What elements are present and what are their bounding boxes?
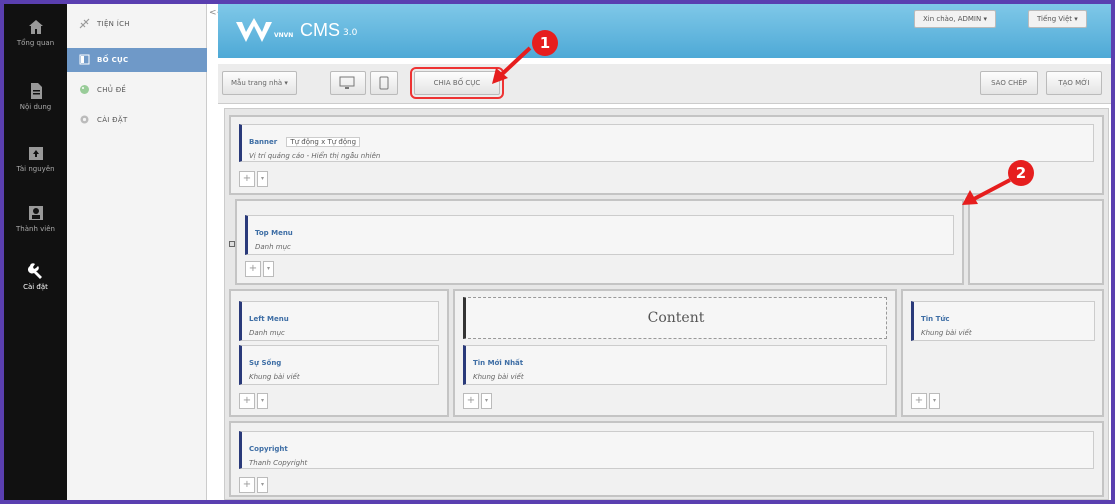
app-frame: Tổng quan Nội dung Tài nguyên Thành viên… xyxy=(4,4,1111,500)
annotation-marker-2: 2 xyxy=(1008,160,1034,186)
annotation-arrows xyxy=(492,46,1011,205)
annotation-marker-1: 1 xyxy=(532,30,558,56)
